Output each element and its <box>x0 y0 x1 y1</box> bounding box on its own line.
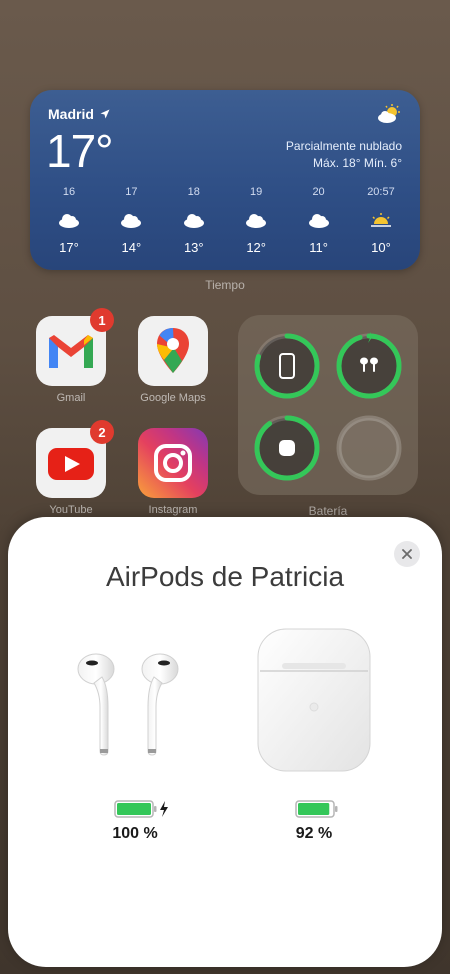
partly-cloudy-icon <box>378 104 400 123</box>
battery-ring-empty <box>336 415 402 481</box>
weather-current-temp: 17° <box>46 125 114 177</box>
hour-label: 20:57 <box>367 186 395 198</box>
weather-city-name: Madrid <box>48 106 94 122</box>
instagram-app[interactable] <box>138 428 208 498</box>
charging-bolt-icon <box>160 801 168 817</box>
cloud-icon <box>121 214 142 228</box>
hour-col: 19 12° <box>233 186 279 255</box>
close-icon <box>402 549 412 559</box>
hour-col: 17 14° <box>108 186 154 255</box>
cloud-icon <box>183 214 204 228</box>
hour-temp: 11° <box>309 240 328 255</box>
battery-ring-case <box>254 415 320 481</box>
location-arrow-icon <box>100 109 110 119</box>
hour-temp: 17° <box>59 240 79 255</box>
airpods-percent: 100 % <box>112 825 158 842</box>
weather-range: Máx. 18° Mín. 6° <box>313 156 402 170</box>
youtube-badge: 2 <box>90 420 114 444</box>
hour-temp: 12° <box>246 240 266 255</box>
case-percent: 92 % <box>295 825 333 842</box>
gmail-label: Gmail <box>56 392 86 404</box>
weather-condition: Parcialmente nublado Máx. 18° Mín. 6° <box>286 138 402 172</box>
hour-label: 20 <box>312 186 325 198</box>
cloud-icon <box>308 214 329 228</box>
weather-city: Madrid <box>48 106 110 122</box>
instagram-label: Instagram <box>148 504 198 516</box>
hour-label: 17 <box>125 186 138 198</box>
battery-widget[interactable] <box>238 315 418 495</box>
battery-widget-label: Batería <box>308 504 348 518</box>
hour-col: 16 17° <box>46 186 92 255</box>
hour-temp: 14° <box>121 240 142 255</box>
weather-hourly: 16 17° 17 14° 18 13° 19 12° 20 11° 20:57… <box>30 186 420 255</box>
hour-col: 20:57 10° <box>358 186 404 255</box>
weather-condition-text: Parcialmente nublado <box>285 139 402 153</box>
hour-col: 18 13° <box>171 186 217 255</box>
case-icon <box>279 440 295 456</box>
battery-ring-airpods <box>336 332 402 399</box>
hour-label: 16 <box>62 186 76 198</box>
google-maps-icon <box>157 328 189 373</box>
hour-label: 19 <box>250 186 263 198</box>
battery-ring-iphone <box>254 333 320 399</box>
cloud-icon <box>59 214 79 228</box>
hour-col: 20 11° <box>296 186 342 255</box>
hour-label: 18 <box>187 186 200 198</box>
gmail-badge: 1 <box>90 308 114 332</box>
weather-widget[interactable]: Madrid 17° Parcialmente nublado Máx. 18°… <box>30 90 420 270</box>
airpods-image <box>77 653 179 756</box>
hour-temp: 10° <box>371 240 391 255</box>
youtube-label: YouTube <box>49 504 93 516</box>
cloud-icon <box>246 214 267 228</box>
airpods-case-image <box>257 628 371 772</box>
sheet-title: AirPods de Patricia <box>105 561 345 592</box>
sunset-icon <box>370 213 391 227</box>
airpods-sheet: AirPods de Patricia 100 % 92 % <box>8 517 442 967</box>
google-maps-label: Google Maps <box>140 392 206 404</box>
google-maps-app[interactable] <box>138 316 208 386</box>
case-battery-icon <box>295 800 338 818</box>
instagram-icon <box>154 444 192 482</box>
airpods-battery-icon <box>114 800 168 818</box>
hour-temp: 13° <box>183 240 204 255</box>
weather-widget-label: Tiempo <box>205 278 245 292</box>
